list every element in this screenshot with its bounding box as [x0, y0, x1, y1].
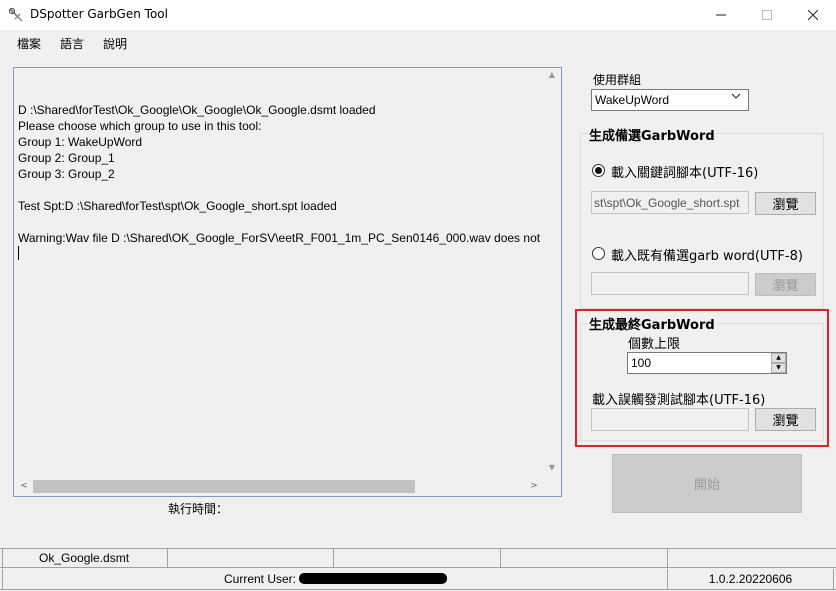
max-count-label: 個數上限: [628, 337, 681, 352]
scroll-left-arrow-icon[interactable]: <: [17, 479, 31, 494]
browse-keyword-button[interactable]: 瀏覽: [755, 192, 816, 215]
chevron-down-icon[interactable]: [731, 92, 741, 103]
existing-garb-path-field[interactable]: [591, 272, 749, 295]
status-version: 1.0.2.20220606: [668, 569, 834, 589]
final-section-title: 生成最終GarbWord: [588, 314, 716, 333]
status-model: Ok_Google.dsmt: [2, 549, 168, 567]
false-alarm-script-label: 載入誤觸發測試腳本(UTF-16): [592, 393, 766, 408]
browse-garb-button[interactable]: 瀏覽: [755, 273, 816, 296]
max-count-input[interactable]: 100: [627, 352, 787, 374]
window-title: DSpotter GarbGen Tool: [30, 7, 168, 21]
current-user-label: Current User:: [223, 572, 297, 586]
candidate-section-title: 生成備選GarbWord: [588, 125, 716, 144]
minimize-button[interactable]: [698, 0, 744, 30]
start-button[interactable]: 開始: [612, 454, 802, 513]
browse-false-alarm-button[interactable]: 瀏覽: [755, 408, 816, 431]
keyword-script-path-field[interactable]: st\spt\Ok_Google_short.spt: [591, 191, 749, 214]
status-cell: [168, 549, 334, 567]
scroll-right-arrow-icon[interactable]: >: [527, 479, 541, 494]
close-button[interactable]: [790, 0, 836, 30]
existing-garb-radio[interactable]: [592, 247, 605, 260]
menu-language[interactable]: 語言: [60, 35, 84, 52]
scroll-up-arrow-icon[interactable]: ▲: [543, 70, 561, 84]
redacted-username: [299, 573, 447, 584]
log-text: D :\Shared\forTest\Ok_Google\Ok_Google\O…: [18, 103, 540, 245]
group-select[interactable]: WakeUpWord: [591, 89, 749, 111]
text-caret: [18, 246, 19, 260]
status-cell: [334, 549, 501, 567]
scroll-down-arrow-icon[interactable]: ▼: [543, 463, 561, 477]
close-icon: [808, 10, 818, 20]
keyword-script-label[interactable]: 載入關鍵詞腳本(UTF-16): [611, 162, 758, 181]
spin-down-icon[interactable]: ▼: [771, 363, 786, 373]
horizontal-scroll-thumb[interactable]: [33, 480, 415, 493]
tool-icon: [8, 7, 24, 23]
existing-garb-label[interactable]: 載入既有備選garb word(UTF-8): [611, 245, 803, 264]
execution-time-label: 執行時間：: [168, 502, 229, 516]
menu-file[interactable]: 檔案: [17, 35, 41, 52]
keyword-script-radio[interactable]: [592, 164, 605, 177]
spin-up-icon[interactable]: ▲: [771, 353, 786, 363]
group-label: 使用群組: [593, 73, 642, 87]
false-alarm-path-field[interactable]: [591, 408, 749, 431]
menu-help[interactable]: 說明: [103, 35, 127, 52]
maximize-button[interactable]: [744, 0, 790, 30]
status-cell: [501, 549, 668, 567]
